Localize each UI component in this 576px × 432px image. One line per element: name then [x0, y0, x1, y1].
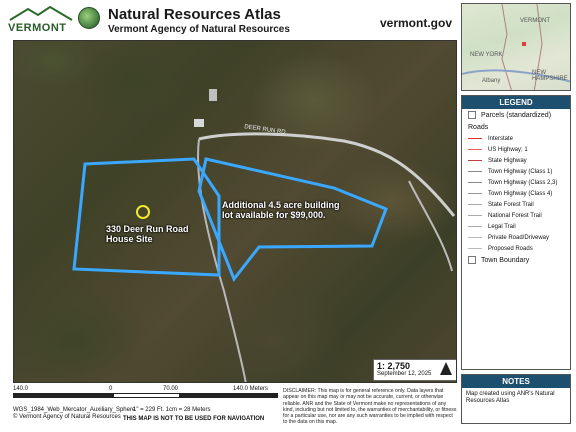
map-canvas[interactable]: DEER RUN RD 330 Deer Run Road House Site… — [13, 40, 457, 383]
road-swatch-icon — [468, 237, 482, 238]
scale-ratio-box: 1: 2,750 September 12, 2025 — [373, 359, 456, 381]
legend-item: National Forest Trail — [462, 210, 570, 221]
copyright-text: © Vermont Agency of Natural Resources — [13, 414, 121, 420]
legend-item: Town Highway (Class 2,3) — [462, 177, 570, 188]
legend-item: Private Road/Driveway — [462, 232, 570, 243]
site-link[interactable]: vermont.gov — [380, 16, 452, 30]
scale-bar: 140.0 0 70.00 140.0 Meters WGS_1984_Web_… — [13, 386, 283, 426]
page-subtitle: Vermont Agency of Natural Resources — [108, 24, 290, 35]
scale-label: 70.00 — [163, 386, 179, 392]
legend-item: State Highway — [462, 155, 570, 166]
legend-road-list: Interstate US Highway; 1 State Highway Town… — [462, 133, 570, 254]
parcel-lot-label: Additional 4.5 acre building lot availab… — [222, 200, 340, 220]
agency-seal-icon — [78, 7, 100, 29]
road-swatch-icon — [468, 160, 482, 161]
legend-item: Proposed Roads — [462, 243, 570, 254]
header: VERMONT Natural Resources Atlas Vermont … — [0, 0, 458, 40]
units-text: 1" = 229 Ft. 1cm = 28 Meters — [133, 407, 211, 413]
road-swatch-icon — [468, 204, 482, 205]
legend-item: State Forest Trail — [462, 199, 570, 210]
legend-item: Legal Trail — [462, 221, 570, 232]
road-swatch-icon — [468, 149, 482, 150]
legend-item: Town Highway (Class 4) — [462, 188, 570, 199]
parcel-house-label: 330 Deer Run Road House Site — [106, 224, 189, 244]
legend-item: Interstate — [462, 133, 570, 144]
locator-label: Albany — [482, 78, 501, 84]
boundary-swatch-icon — [468, 256, 476, 264]
parcel-swatch-icon — [468, 111, 476, 119]
legend-item-parcels: Parcels (standardized) — [462, 109, 570, 121]
legend-roads-heading: Roads — [468, 123, 489, 131]
building-marker — [194, 119, 204, 127]
legend-item-town-boundary: Town Boundary — [462, 254, 570, 266]
side-road — [408, 180, 453, 272]
scale-label: 140.0 Meters — [233, 386, 269, 392]
legend-heading: LEGEND — [462, 96, 570, 109]
disclaimer-text: DISCLAIMER: This map is for general refe… — [283, 388, 457, 426]
notes-text: Map created using ANR's Natural Resource… — [466, 391, 555, 404]
locator-label: NEW YORK — [470, 52, 503, 58]
road-swatch-icon — [468, 215, 482, 216]
road-swatch-icon — [468, 138, 482, 139]
house-site-marker[interactable] — [136, 205, 150, 219]
road-swatch-icon — [468, 248, 482, 249]
notes-panel: NOTES Map created using ANR's Natural Re… — [461, 374, 571, 424]
locator-label: NEW HAMPSHIRE — [532, 70, 568, 82]
locator-map[interactable]: VERMONT NEW YORK Albany NEW HAMPSHIRE — [461, 3, 571, 91]
road-swatch-icon — [468, 226, 482, 227]
road-swatch-icon — [468, 193, 482, 194]
legend-item: Town Highway (Class 1) — [462, 166, 570, 177]
projection-text: WGS_1984_Web_Mercator_Auxiliary_Sphere — [13, 407, 136, 413]
legend-panel: LEGEND Parcels (standardized) Roads Inte… — [461, 95, 571, 370]
scale-label: 140.0 — [13, 386, 29, 392]
page-title: Natural Resources Atlas — [108, 6, 281, 23]
mountain-logo-icon — [9, 5, 73, 21]
logo-text: VERMONT — [8, 22, 67, 34]
legend-item: US Highway; 1 — [462, 144, 570, 155]
north-arrow-icon — [440, 362, 452, 375]
locator-label: VERMONT — [520, 18, 550, 24]
building-marker — [209, 89, 217, 101]
road-swatch-icon — [468, 182, 482, 183]
navigation-warning: THIS MAP IS NOT TO BE USED FOR NAVIGATIO… — [123, 416, 265, 422]
vermont-logo[interactable]: VERMONT — [8, 5, 74, 34]
road-swatch-icon — [468, 171, 482, 172]
scale-label: 0 — [109, 386, 113, 392]
scale-bar-graphic — [13, 393, 278, 398]
notes-heading: NOTES — [462, 375, 570, 388]
